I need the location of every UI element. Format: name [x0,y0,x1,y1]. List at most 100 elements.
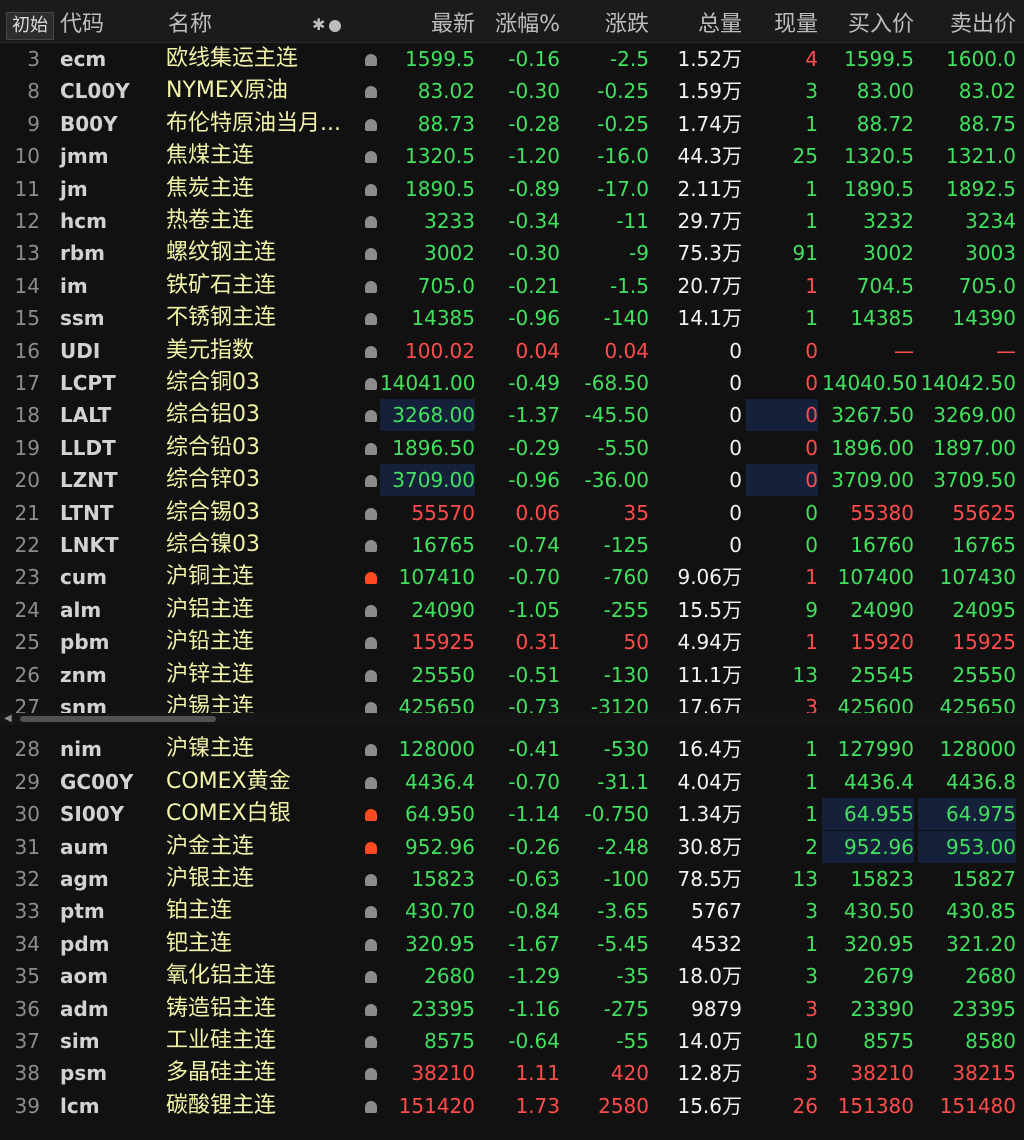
header-bid[interactable]: 买入价 [822,8,914,42]
row-current-volume: 1 [805,111,818,136]
row-volume: 9.06万 [677,565,742,590]
horizontal-scrollbar[interactable]: ◀ [0,713,1024,725]
row-code: GC00Y [60,769,134,794]
row-change: -530 [603,737,649,762]
table-row[interactable]: 31 aum 沪金主连 952.96 -0.26 -2.48 30.8万 2 952.96 953… [0,830,1024,863]
row-code: pbm [60,630,110,655]
row-ask: 4436.8 [946,769,1016,794]
table-row[interactable]: 22 LNKT 综合镍03 16765 -0.74 -125 0 0 16760 16765 [0,529,1024,561]
alert-bell-icon[interactable] [362,529,380,561]
alert-bell-icon[interactable] [362,497,380,529]
table-row[interactable]: 38 psm 多晶硅主连 38210 1.11 420 12.8万 3 38210 38215 [0,1057,1024,1089]
alert-bell-icon[interactable] [362,367,380,399]
table-row[interactable]: 32 agm 沪银主连 15823 -0.63 -100 78.5万 13 15823 15827 [0,863,1024,895]
row-change: 2580 [598,1093,649,1118]
row-volume: 0 [729,435,742,460]
scroll-left-arrow-icon[interactable]: ◀ [4,713,12,725]
table-row[interactable]: 16 UDI 美元指数 100.02 0.04 0.04 0 0 — — [0,335,1024,367]
header-volume[interactable]: 总量 [654,8,742,42]
table-row[interactable]: 37 sim 工业硅主连 8575 -0.64 -55 14.0万 10 8575 8580 [0,1025,1024,1057]
alert-bell-icon[interactable] [362,1057,380,1089]
row-number: 8 [27,79,40,104]
table-row[interactable]: 20 LZNT 综合锌03 3709.00 -0.96 -36.00 0 0 3709.00 37… [0,464,1024,497]
table-row[interactable]: 29 GC00Y COMEX黄金 4436.4 -0.70 -31.1 4.04万 1 4436… [0,766,1024,798]
alert-bell-icon[interactable] [362,270,380,302]
alert-bell-icon[interactable] [362,561,380,593]
row-ask: 88.75 [958,111,1016,136]
alert-bell-icon[interactable] [362,659,380,691]
row-number: 17 [14,371,40,395]
table-row[interactable]: 25 pbm 沪铅主连 15925 0.31 50 4.94万 1 15920 15925 [0,626,1024,658]
alert-bell-icon[interactable] [362,831,380,863]
table-row[interactable]: 21 LTNT 综合锡03 55570 0.06 35 0 0 55380 55625 [0,497,1024,529]
table-row[interactable]: 12 hcm 热卷主连 3233 -0.34 -11 29.7万 1 3232 3234 [0,205,1024,237]
table-row[interactable]: 14 im 铁矿石主连 705.0 -0.21 -1.5 20.7万 1 704.5 705.0 [0,270,1024,302]
alert-bell-icon[interactable] [362,237,380,269]
alert-bell-icon[interactable] [362,43,380,75]
header-name[interactable]: 名称 [168,8,212,42]
row-last-price: 2680 [424,964,475,989]
alert-bell-icon[interactable] [362,335,380,367]
alert-bell-icon[interactable] [362,75,380,107]
scrollbar-thumb[interactable] [20,716,216,722]
alert-bell-icon[interactable] [362,733,380,765]
alert-bell-icon[interactable] [362,1090,380,1122]
table-row[interactable]: 30 SI00Y COMEX白银 64.950 -1.14 -0.750 1.34万 1 64.… [0,798,1024,831]
table-row[interactable]: 11 jm 焦炭主连 1890.5 -0.89 -17.0 2.11万 1 1890.5 1892… [0,173,1024,205]
alert-bell-icon[interactable] [362,766,380,798]
row-change: -35 [616,964,649,989]
table-row[interactable]: 24 alm 沪铝主连 24090 -1.05 -255 15.5万 9 24090 24095 [0,594,1024,626]
table-row[interactable]: 3 ecm 欧线集运主连 1599.5 -0.16 -2.5 1.52万 4 1599.5 160… [0,43,1024,75]
alert-bell-icon[interactable] [362,399,380,431]
table-row[interactable]: 8 CL00Y NYMEX原油 83.02 -0.30 -0.25 1.59万 3 83.00 8… [0,75,1024,107]
row-code: jm [60,176,88,201]
table-row[interactable]: 26 znm 沪锌主连 25550 -0.51 -130 11.1万 13 25545 25550 [0,659,1024,691]
alert-bell-icon[interactable] [362,594,380,626]
alert-bell-icon[interactable] [362,1025,380,1057]
header-last[interactable]: 最新 [380,8,475,42]
table-row[interactable]: 15 ssm 不锈钢主连 14385 -0.96 -140 14.1万 1 14385 14390 [0,302,1024,334]
header-change[interactable]: 涨跌 [565,8,649,42]
header-current-volume[interactable]: 现量 [746,8,818,42]
table-row[interactable]: 13 rbm 螺纹钢主连 3002 -0.30 -9 75.3万 91 3002 3003 [0,237,1024,269]
table-row[interactable]: 36 adm 铸造铝主连 23395 -1.16 -275 9879 3 23390 23395 [0,993,1024,1025]
table-row[interactable]: 23 cum 沪铜主连 107410 -0.70 -760 9.06万 1 107400 1074… [0,561,1024,593]
alert-bell-icon[interactable] [362,205,380,237]
alert-bell-icon[interactable] [362,895,380,927]
row-code: hcm [60,209,107,233]
table-row[interactable]: 34 pdm 钯主连 320.95 -1.67 -5.45 4532 1 320.95 321.2… [0,928,1024,960]
alert-bell-icon[interactable] [362,432,380,464]
header-code[interactable]: 代码 [60,8,104,42]
alert-bell-icon[interactable] [362,626,380,658]
table-row[interactable]: 33 ptm 铂主连 430.70 -0.84 -3.65 5767 3 430.50 430.8… [0,895,1024,927]
init-button[interactable]: 初始 [6,12,54,40]
row-code: LCPT [60,371,116,395]
alert-bell-icon[interactable] [362,798,380,830]
table-row[interactable]: 18 LALT 综合铝03 3268.00 -1.37 -45.50 0 0 3267.50 32… [0,399,1024,432]
table-row[interactable]: 35 aom 氧化铝主连 2680 -1.29 -35 18.0万 3 2679 2680 [0,960,1024,992]
header-ask[interactable]: 卖出价 [918,8,1016,42]
table-row[interactable]: 9 B00Y 布伦特原油当月... 88.73 -0.28 -0.25 1.74万 1 88.7… [0,108,1024,140]
table-row[interactable]: 10 jmm 焦煤主连 1320.5 -1.20 -16.0 44.3万 25 1320.5 13… [0,140,1024,172]
table-row[interactable]: 28 nim 沪镍主连 128000 -0.41 -530 16.4万 1 127990 1280… [0,733,1024,765]
header-pct[interactable]: 涨幅% [480,8,560,42]
alert-bell-icon[interactable] [362,863,380,895]
row-current-volume: 3 [805,996,818,1021]
row-code: LNKT [60,533,119,557]
row-volume: 44.3万 [677,144,742,169]
row-pct-change: 0.06 [515,500,560,525]
table-row[interactable]: 17 LCPT 综合铜03 14041.00 -0.49 -68.50 0 0 14040.50… [0,367,1024,399]
table-row[interactable]: 39 lcm 碳酸锂主连 151420 1.73 2580 15.6万 26 151380 151… [0,1090,1024,1122]
alert-bell-icon[interactable] [362,302,380,334]
row-ask: 3269.00 [933,403,1016,428]
alert-bell-icon[interactable] [362,993,380,1025]
alert-bell-icon[interactable] [362,464,380,496]
alert-bell-icon[interactable] [362,140,380,172]
alert-bell-icon[interactable] [362,173,380,205]
row-name: 综合锌03 [166,467,260,493]
alert-bell-icon[interactable] [362,108,380,140]
table-row[interactable]: 19 LLDT 综合铅03 1896.50 -0.29 -5.50 0 0 1896.00 189… [0,432,1024,464]
alert-bell-icon[interactable] [362,928,380,960]
column-settings-icon[interactable]: ✱ [312,8,342,42]
alert-bell-icon[interactable] [362,960,380,992]
